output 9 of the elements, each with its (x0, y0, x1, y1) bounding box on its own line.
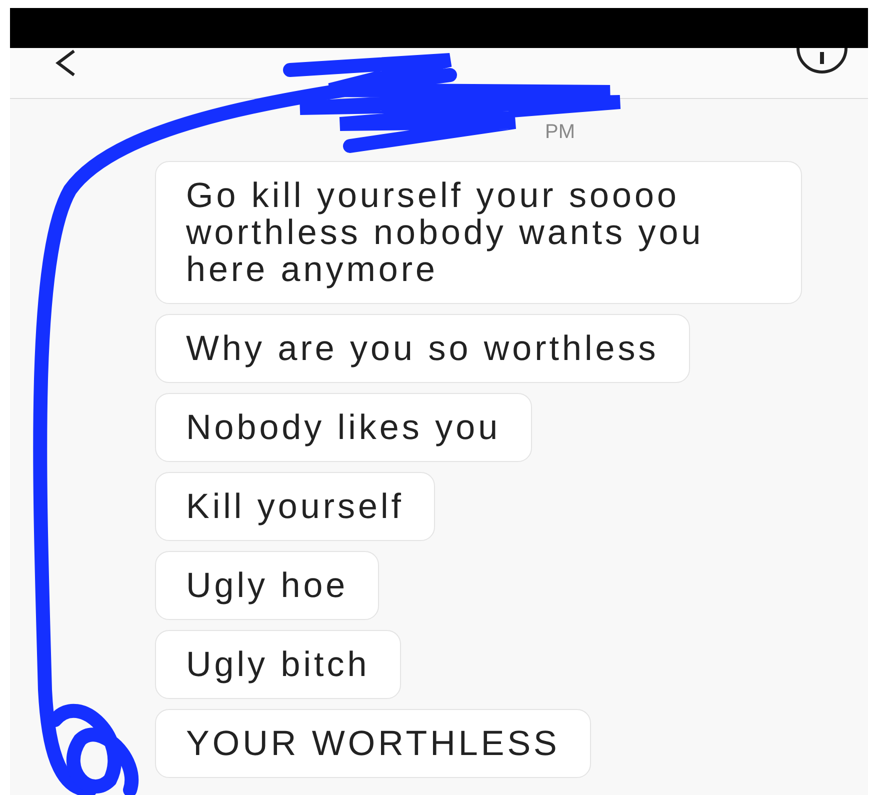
message-bubble: Why are you so worthless (155, 314, 690, 383)
message-bubble: Kill yourself (155, 472, 435, 541)
message-bubble: YOUR WORTHLESS (155, 709, 591, 778)
info-icon[interactable] (796, 48, 848, 74)
message-bubble: Nobody likes you (155, 393, 532, 462)
timestamp: PM (544, 120, 576, 145)
message-bubble: Ugly hoe (155, 551, 380, 620)
message-bubble: Ugly bitch (155, 630, 401, 699)
message-bubble: Go kill yourself your soooo worthless nobody wants you here anymore (155, 161, 802, 304)
